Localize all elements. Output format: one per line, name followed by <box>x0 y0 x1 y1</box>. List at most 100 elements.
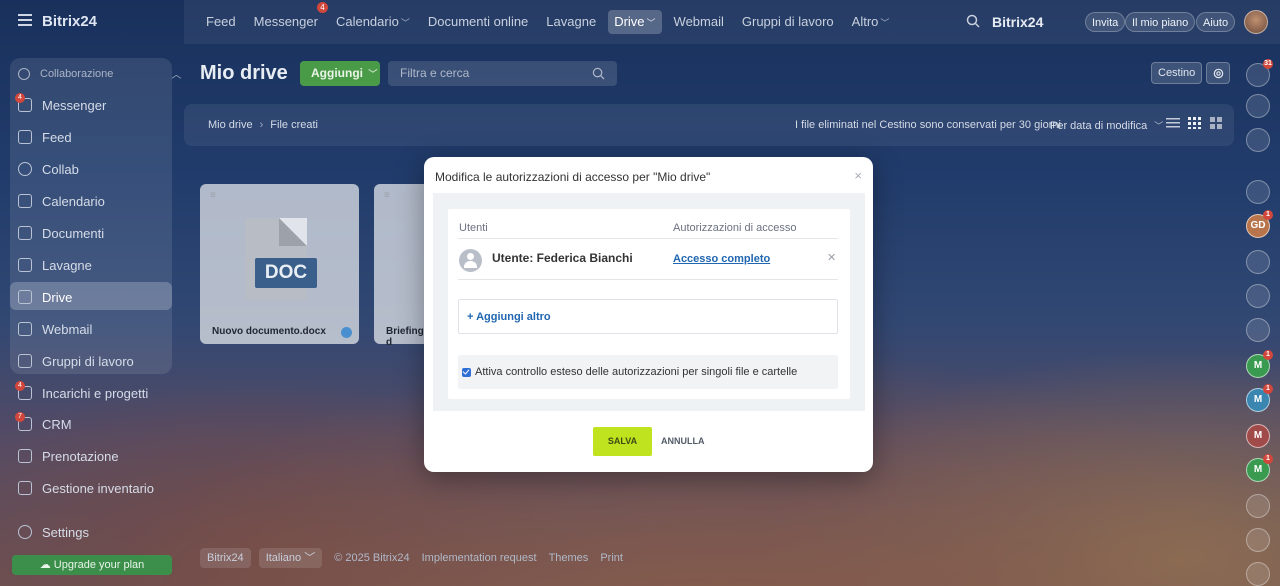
search-icon <box>592 67 605 80</box>
help-button[interactable]: Aiuto <box>1196 12 1236 32</box>
chat-avatar[interactable]: M1 <box>1246 384 1273 412</box>
search-icon[interactable] <box>966 14 980 28</box>
language-selector[interactable]: Italiano ﹀ <box>258 548 323 568</box>
sidebar-item[interactable]: Collab <box>18 156 79 182</box>
footer-link[interactable]: Implementation request <box>422 552 537 564</box>
topnav-item[interactable]: Messenger 4 <box>248 2 328 34</box>
spiral-icon[interactable] <box>1246 284 1270 308</box>
ring-icon[interactable] <box>1246 180 1270 204</box>
bell-icon[interactable]: 31 <box>1246 59 1273 87</box>
sidebar-item-label: Settings <box>42 524 89 540</box>
drag-handle-icon[interactable]: ≡ <box>210 190 216 201</box>
extended-permissions-checkbox[interactable] <box>462 367 471 377</box>
invite-button[interactable]: Invita <box>1085 12 1126 32</box>
topnav-label: Drive <box>614 14 645 29</box>
avatar-initials: GD <box>1250 220 1266 231</box>
topnav-item[interactable]: Documenti online <box>422 10 534 34</box>
filter-search-input[interactable]: Filtra e cerca <box>388 61 617 86</box>
shared-icon <box>341 327 352 338</box>
sidebar-item[interactable]: Gestione inventario <box>18 475 154 501</box>
sidebar-item-label: Webmail <box>42 321 93 337</box>
breadcrumb-item[interactable]: Mio drive <box>208 119 253 131</box>
sidebar-item-label: Calendario <box>42 193 105 209</box>
extended-permissions-row[interactable]: Attiva controllo esteso delle autorizzaz… <box>458 355 838 389</box>
chat-avatar[interactable]: M1 <box>1246 454 1273 482</box>
list-view-icon[interactable] <box>1166 117 1180 129</box>
topnav-label: Calendario <box>335 14 399 29</box>
bookmark-icon[interactable] <box>1246 494 1270 518</box>
topnav-item[interactable]: Gruppi di lavoro <box>736 10 840 34</box>
settings-button[interactable] <box>1206 62 1230 84</box>
breadcrumb-item[interactable]: File creati <box>270 119 318 131</box>
remove-icon[interactable]: ✕ <box>827 251 836 264</box>
topnav-label: Lavagne <box>546 14 597 29</box>
footer-brand[interactable]: Bitrix24 <box>200 548 251 568</box>
notification-badge: 4 <box>15 381 25 391</box>
sidebar-item[interactable]: Lavagne <box>18 252 92 278</box>
sidebar-item[interactable]: 4 Messenger <box>15 92 107 118</box>
grid-large-view-icon[interactable] <box>1210 117 1224 129</box>
topnav-item[interactable]: Altro ﹀ <box>846 10 896 34</box>
logo[interactable]: Bitrix24 <box>42 13 97 30</box>
sidebar-item[interactable]: Calendario <box>18 188 105 214</box>
topnav-item[interactable]: Lavagne <box>540 10 602 34</box>
sidebar-group-header[interactable]: Collaborazione ︿ <box>18 66 181 81</box>
chat-avatar[interactable]: GD 1 <box>1246 210 1273 238</box>
menu-icon[interactable] <box>18 14 32 26</box>
sidebar-item-label: Messenger <box>42 97 107 113</box>
comment-icon[interactable] <box>1246 528 1270 552</box>
topnav-item[interactable]: Drive ﹀ <box>608 10 662 34</box>
sidebar-item[interactable]: Webmail <box>18 316 92 342</box>
collab-group-icon <box>18 67 30 80</box>
docx-file-icon: DOC <box>245 218 317 300</box>
sidebar-item[interactable]: 7 CRM <box>15 411 72 437</box>
footer-link[interactable]: Themes <box>549 552 589 564</box>
sidebar-item[interactable]: Feed <box>18 124 72 150</box>
user-avatar[interactable] <box>1244 10 1268 34</box>
chat-bubble-icon[interactable] <box>1246 128 1270 152</box>
my-plan-button[interactable]: Il mio piano <box>1125 12 1196 32</box>
add-more-button[interactable]: + Aggiungi altro <box>458 299 838 334</box>
sidebar-item[interactable]: Drive <box>18 284 72 310</box>
avatar-initials: M <box>1253 360 1263 371</box>
gear-icon <box>1213 68 1224 79</box>
topnav-item[interactable]: Feed <box>200 10 242 34</box>
topnav-item[interactable]: Webmail <box>668 10 730 34</box>
topnav-label: Messenger <box>253 14 318 29</box>
sidebar-item[interactable]: Gruppi di lavoro <box>18 348 134 374</box>
copilot-icon[interactable] <box>1246 94 1270 118</box>
file-card[interactable]: ≡ DOC Nuovo documento.docx <box>200 184 359 344</box>
chat-avatar[interactable]: M <box>1246 424 1270 448</box>
upgrade-plan-button[interactable]: ☁ Upgrade your plan <box>12 555 172 575</box>
chat-avatar[interactable]: M1 <box>1246 350 1273 378</box>
sidebar-item-label: Documenti <box>42 225 105 241</box>
note-icon[interactable] <box>1246 562 1270 586</box>
language-label: Italiano <box>265 552 302 564</box>
plus-icon: + <box>467 311 477 323</box>
sidebar-item[interactable]: Settings <box>18 519 89 545</box>
grid-small-view-icon[interactable] <box>1188 117 1202 129</box>
access-level-link[interactable]: Accesso completo <box>673 253 770 265</box>
sidebar-item[interactable]: Prenotazione <box>18 443 119 469</box>
spiral-icon[interactable] <box>1246 318 1270 342</box>
divider <box>458 279 838 280</box>
file-card[interactable]: ≡ Briefing d <box>374 184 426 348</box>
trash-retention-info: I file eliminati nel Cestino sono conser… <box>795 119 1061 131</box>
add-button[interactable]: Aggiungi ﹀ <box>300 61 380 86</box>
save-button[interactable]: SALVA <box>593 427 652 456</box>
close-icon[interactable]: × <box>854 168 862 183</box>
footer-link[interactable]: Print <box>600 552 623 564</box>
topnav-label: Gruppi di lavoro <box>741 14 834 29</box>
upgrade-icon: ☁ <box>39 559 54 571</box>
recycle-bin-button[interactable]: Cestino <box>1151 62 1203 84</box>
cancel-button[interactable]: ANNULLA <box>661 427 705 456</box>
sort-dropdown[interactable]: Per data di modifica ﹀ <box>1050 119 1163 132</box>
chevron-down-icon: ﹀ <box>304 552 316 564</box>
pattern-icon[interactable] <box>1246 250 1270 274</box>
sidebar-item[interactable]: 4 Incarichi e progetti <box>15 380 148 406</box>
breadcrumb: Mio drive › File creati <box>208 119 318 131</box>
sidebar-item[interactable]: Documenti <box>18 220 104 246</box>
drag-handle-icon[interactable]: ≡ <box>384 190 390 201</box>
chevron-up-icon[interactable]: ︿ <box>171 66 181 81</box>
topnav-item[interactable]: Calendario ﹀ <box>330 10 416 34</box>
